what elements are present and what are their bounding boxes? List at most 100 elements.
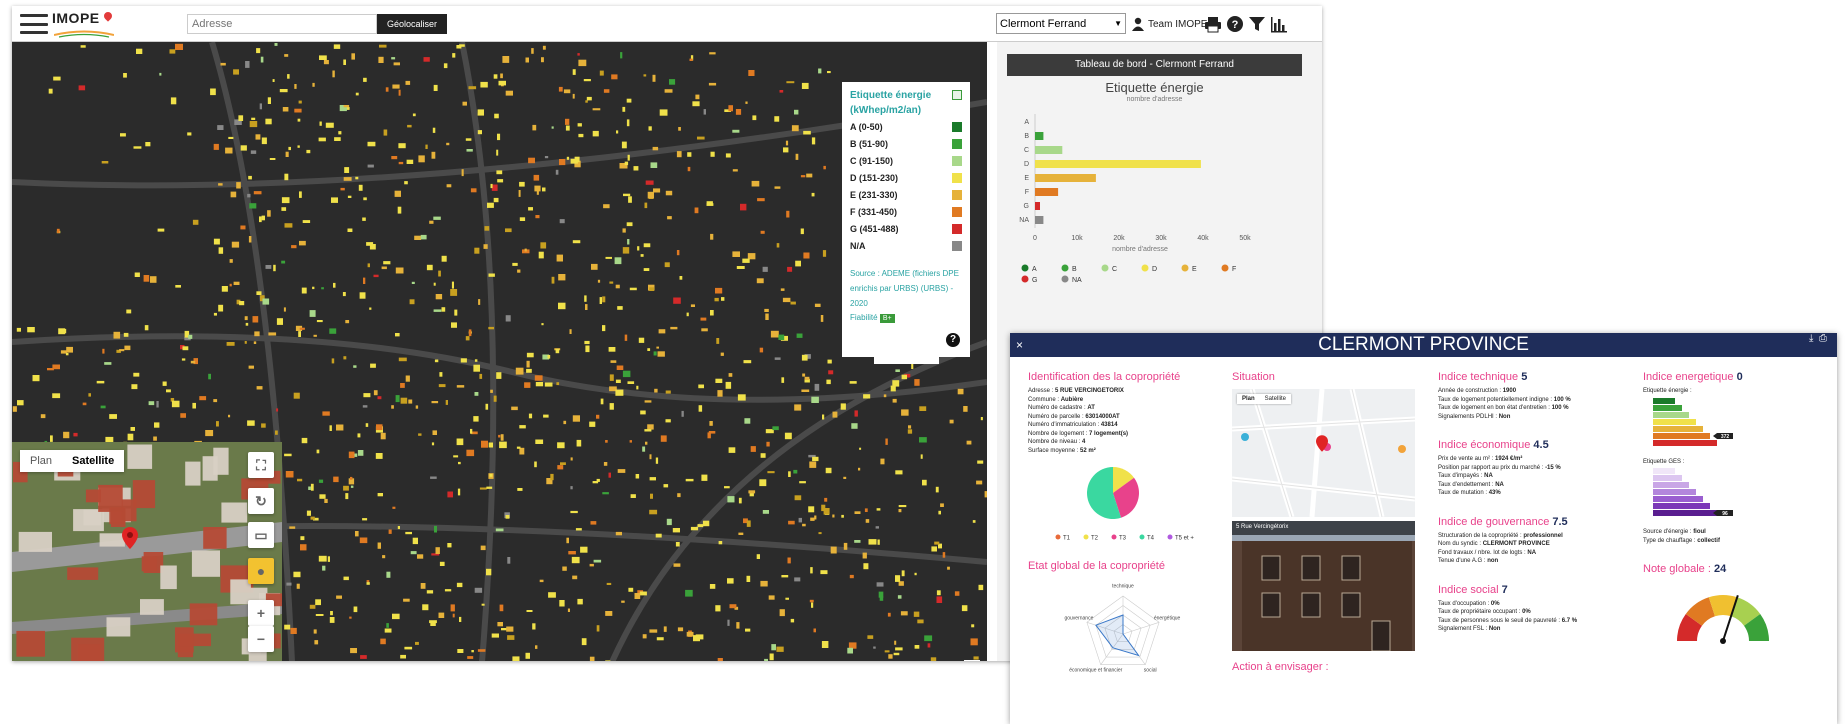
street-view[interactable]: 5 Rue Vercingétorix	[1232, 521, 1415, 651]
tab-satellite[interactable]: Satellite	[62, 450, 124, 472]
situation-map[interactable]: Plan Satellite	[1232, 389, 1415, 517]
info-row: Signalements PDLHI : Non	[1438, 413, 1628, 422]
legend-item[interactable]: D (151-230)	[850, 169, 962, 186]
legend-item[interactable]: N/A	[850, 237, 962, 254]
chart-bar-e[interactable]	[1035, 174, 1096, 182]
info-row-value: 100 %	[1551, 405, 1569, 411]
label-class-bar	[1653, 482, 1689, 488]
info-row-value: 0%	[1490, 600, 1500, 607]
address-search-input[interactable]	[187, 14, 377, 34]
label-class-bar	[1653, 496, 1703, 502]
info-row: Surface moyenne : 52 m²	[1028, 447, 1218, 456]
label-class-bar	[1653, 510, 1717, 516]
chart-legend-label[interactable]: A	[1032, 266, 1037, 273]
chart-x-tick: 0	[1033, 235, 1037, 242]
legend-item[interactable]: E (231-330)	[850, 186, 962, 203]
chart-bar-d[interactable]	[1035, 160, 1201, 168]
chart-legend-marker	[1181, 264, 1189, 272]
location-pin-icon	[1316, 435, 1328, 452]
chart-legend-label[interactable]: F	[1232, 266, 1236, 273]
download-icon[interactable]: ⤓	[1809, 333, 1813, 344]
legend-swatch	[952, 189, 962, 200]
chart-legend-label[interactable]: NA	[1072, 277, 1082, 284]
chart-bar-na[interactable]	[1035, 216, 1044, 224]
legend-item[interactable]: F (331-450)	[850, 203, 962, 220]
app-logo[interactable]: IMOPE	[52, 10, 122, 38]
street-view-image	[1232, 521, 1415, 651]
tab-plan[interactable]: Plan	[20, 450, 62, 472]
info-row-label: Surface moyenne :	[1028, 447, 1081, 454]
chart-legend-marker	[1141, 264, 1149, 272]
tab-plan[interactable]: Plan	[1237, 394, 1260, 404]
legend-item-label: D (151-230)	[850, 172, 899, 183]
filter-icon[interactable]	[1248, 15, 1266, 33]
chart-bar-g[interactable]	[1035, 202, 1040, 210]
chart-bar-b[interactable]	[1035, 132, 1044, 140]
panel-header: × CLERMONT PROVINCE ⤓ ⎙	[1010, 333, 1837, 357]
print-icon[interactable]: ⎙	[1819, 333, 1827, 344]
geocode-button[interactable]: Géolocaliser	[377, 14, 447, 34]
info-row-value: NA	[1527, 549, 1537, 556]
chart-legend-label[interactable]: D	[1152, 266, 1157, 273]
pie-legend-label: T5 et +	[1175, 536, 1194, 542]
street-view-caption: 5 Rue Vercingétorix	[1236, 524, 1289, 530]
print-icon[interactable]	[1204, 15, 1222, 33]
legend-swatch	[952, 240, 962, 251]
label-marker-value: 372	[1721, 434, 1730, 440]
legend-item[interactable]: C (91-150)	[850, 152, 962, 169]
housing-type-pie: T1 T2 T3 T4 T5 et +	[1055, 467, 1194, 542]
info-row-label: Taux de logement potentiellement indigne…	[1438, 396, 1554, 403]
info-row-value: Non	[1498, 413, 1511, 420]
info-row-label: Taux de mutation :	[1438, 490, 1489, 496]
legend-item[interactable]: G (451-488)	[850, 220, 962, 237]
energy-map[interactable]: Etiquette énergie (kWhep/m2/an) A (0-50)…	[12, 42, 987, 661]
legend-item[interactable]: A (0-50)	[850, 118, 962, 135]
zoom-out-button[interactable]: −	[248, 626, 274, 652]
chart-legend-label[interactable]: G	[1032, 277, 1037, 284]
economique-title: Indice économique 4.5	[1438, 439, 1549, 451]
info-row-value: 1924 €/m²	[1495, 456, 1523, 462]
info-row: Prix de vente au m² : 1924 €/m²	[1438, 455, 1628, 464]
chart-bar-f[interactable]	[1035, 188, 1059, 196]
legend-fidelity-label: Fiabilité	[850, 313, 878, 322]
help-icon[interactable]: ?	[1226, 15, 1244, 33]
chart-legend-label[interactable]: B	[1072, 266, 1077, 273]
label-marker-value: 96	[1722, 511, 1728, 517]
situation-column: Situation Plan Satellite 5 Rue Vercingét…	[1232, 371, 1422, 673]
legend-swatch	[952, 223, 962, 234]
city-select[interactable]: Clermont Ferrand ▼	[996, 13, 1126, 34]
tab-satellite[interactable]: Satellite	[1260, 394, 1291, 404]
label-class-bar	[1653, 468, 1675, 474]
label-class-bar	[1653, 489, 1696, 495]
note-globale-title: Note globale : 24	[1643, 563, 1727, 575]
label-class-bar	[1653, 439, 1717, 446]
legend-toggle-checkbox[interactable]	[952, 90, 962, 100]
info-row-value: 0%	[1522, 609, 1531, 615]
info-row: Position par rapport au prix du marché :…	[1438, 464, 1628, 473]
action-title: Action à envisager :	[1232, 661, 1329, 673]
hamburger-menu-icon[interactable]	[20, 14, 48, 34]
info-row: Structuration de la copropriété : profes…	[1438, 532, 1628, 541]
dashboard-header: Tableau de bord - Clermont Ferrand	[1007, 54, 1302, 76]
fullscreen-icon[interactable]: ⛶	[248, 452, 274, 478]
bar-chart-icon[interactable]	[1270, 15, 1288, 33]
chart-legend-marker	[1221, 264, 1229, 272]
info-row: Taux d'occupation : 0%	[1438, 600, 1628, 609]
legend-help-icon[interactable]: ?	[946, 333, 960, 347]
legend-item[interactable]: B (51-90)	[850, 135, 962, 152]
satellite-inset[interactable]: Plan Satellite ⛶ ↻ ▭ ● + −	[12, 442, 282, 661]
zoom-in-button[interactable]: +	[248, 600, 274, 626]
chart-legend-label[interactable]: C	[1112, 266, 1117, 273]
pie-legend-label: T1	[1063, 536, 1071, 542]
user-button[interactable]: Team IMOPE	[1132, 14, 1207, 34]
tilt-icon[interactable]: ▭	[248, 522, 274, 548]
map-legend: Etiquette énergie (kWhep/m2/an) A (0-50)…	[842, 82, 970, 357]
chart-legend-label[interactable]: E	[1192, 266, 1197, 273]
info-row-label: Taux de personnes sous le seuil de pauvr…	[1438, 617, 1562, 624]
chart-bar-c[interactable]	[1035, 146, 1063, 154]
rotate-icon[interactable]: ↻	[248, 488, 274, 514]
map-zoom-control[interactable]: +−	[964, 660, 980, 661]
chart-category-label: C	[1024, 147, 1029, 154]
pegman-icon[interactable]: ●	[248, 558, 274, 584]
chart-category-label: NA	[1019, 217, 1029, 224]
